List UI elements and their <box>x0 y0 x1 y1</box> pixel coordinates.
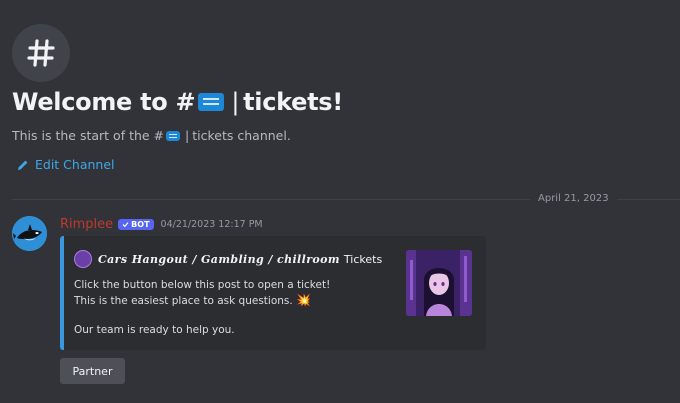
embed-author-name: Cars Hangout / Gambling / chillroom <box>98 252 340 266</box>
embed-line-2: This is the easiest place to ask questio… <box>74 293 330 309</box>
edit-channel-label[interactable]: Edit Channel <box>35 157 115 172</box>
embed-author: Cars Hangout / Gambling / chillroom Tick… <box>74 250 382 268</box>
partner-button[interactable]: Partner <box>60 358 125 384</box>
embed-description: Click the button below this post to open… <box>74 278 330 338</box>
subtitle-prefix: This is the start of the # <box>12 128 165 143</box>
pencil-icon <box>18 160 28 170</box>
welcome-subtitle: This is the start of the # | tickets cha… <box>12 128 291 143</box>
embed-line-2-text: This is the easiest place to ask questio… <box>74 294 293 307</box>
embed-author-suffix: Tickets <box>343 252 383 266</box>
edit-channel-link[interactable]: Edit Channel <box>17 157 115 172</box>
divider-date: April 21, 2023 <box>530 193 617 204</box>
bot-badge-label: BOT <box>131 220 150 229</box>
collision-icon: 💥 <box>296 292 312 307</box>
bot-badge: BOT <box>118 219 154 230</box>
ticket-icon <box>198 93 225 111</box>
welcome-title-prefix: Welcome to # <box>12 88 196 116</box>
avatar[interactable] <box>12 216 47 251</box>
subtitle-suffix: tickets channel. <box>192 128 291 143</box>
check-icon <box>122 222 129 228</box>
embed-line-3: Our team is ready to help you. <box>74 324 235 336</box>
channel-hero-hash-icon <box>12 24 70 82</box>
welcome-title: Welcome to # | tickets! <box>12 88 343 116</box>
embed-author-icon <box>74 250 92 268</box>
message-embed: Cars Hangout / Gambling / chillroom Tick… <box>60 236 486 350</box>
message-timestamp: 04/21/2023 12:17 PM <box>160 219 263 230</box>
orca-avatar-icon <box>12 216 47 251</box>
anime-girl-thumbnail-icon <box>406 250 472 316</box>
message-author[interactable]: Rimplee <box>60 217 113 232</box>
message-header: Rimplee BOT 04/21/2023 12:17 PM <box>60 217 263 232</box>
embed-thumbnail[interactable] <box>406 250 472 316</box>
ticket-icon <box>166 130 181 141</box>
embed-line-1: Click the button below this post to open… <box>74 279 331 291</box>
title-pipe: | <box>231 88 240 116</box>
subtitle-pipe: | <box>185 128 190 143</box>
welcome-title-suffix: tickets! <box>243 88 343 116</box>
hash-icon <box>27 39 55 67</box>
